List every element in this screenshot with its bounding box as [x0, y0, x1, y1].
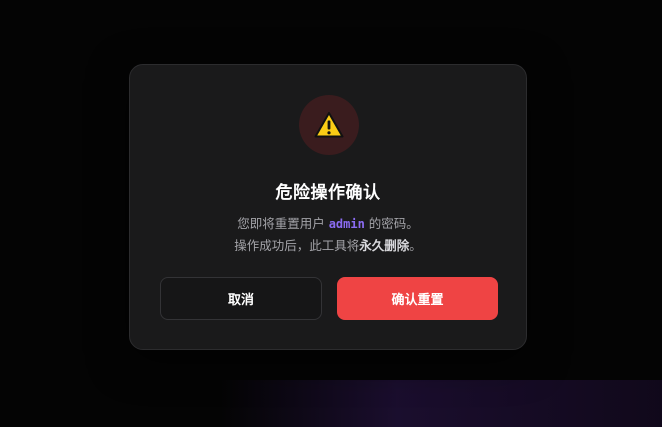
- dialog-title: 危险操作确认: [275, 183, 381, 203]
- cancel-button[interactable]: 取消: [160, 277, 322, 320]
- line2-prefix: 操作成功后，此工具将: [234, 238, 360, 253]
- target-username: admin: [328, 217, 365, 231]
- description-line-1: 您即将重置用户 admin 的密码。: [130, 213, 526, 235]
- danger-confirm-dialog: 危险操作确认 您即将重置用户 admin 的密码。 操作成功后，此工具将永久删除…: [129, 64, 527, 350]
- warning-icon-container: [299, 95, 359, 155]
- warning-triangle-icon: [314, 112, 344, 138]
- line2-suffix: 。: [409, 238, 422, 253]
- description-line-2: 操作成功后，此工具将永久删除。: [130, 235, 526, 256]
- permanent-delete-emphasis: 永久删除: [359, 238, 410, 253]
- line1-prefix: 您即将重置用户: [237, 216, 329, 231]
- line1-suffix: 的密码。: [364, 216, 419, 231]
- confirm-reset-button[interactable]: 确认重置: [337, 277, 498, 320]
- dialog-description: 您即将重置用户 admin 的密码。 操作成功后，此工具将永久删除。: [130, 213, 526, 256]
- background-glow: [220, 380, 662, 427]
